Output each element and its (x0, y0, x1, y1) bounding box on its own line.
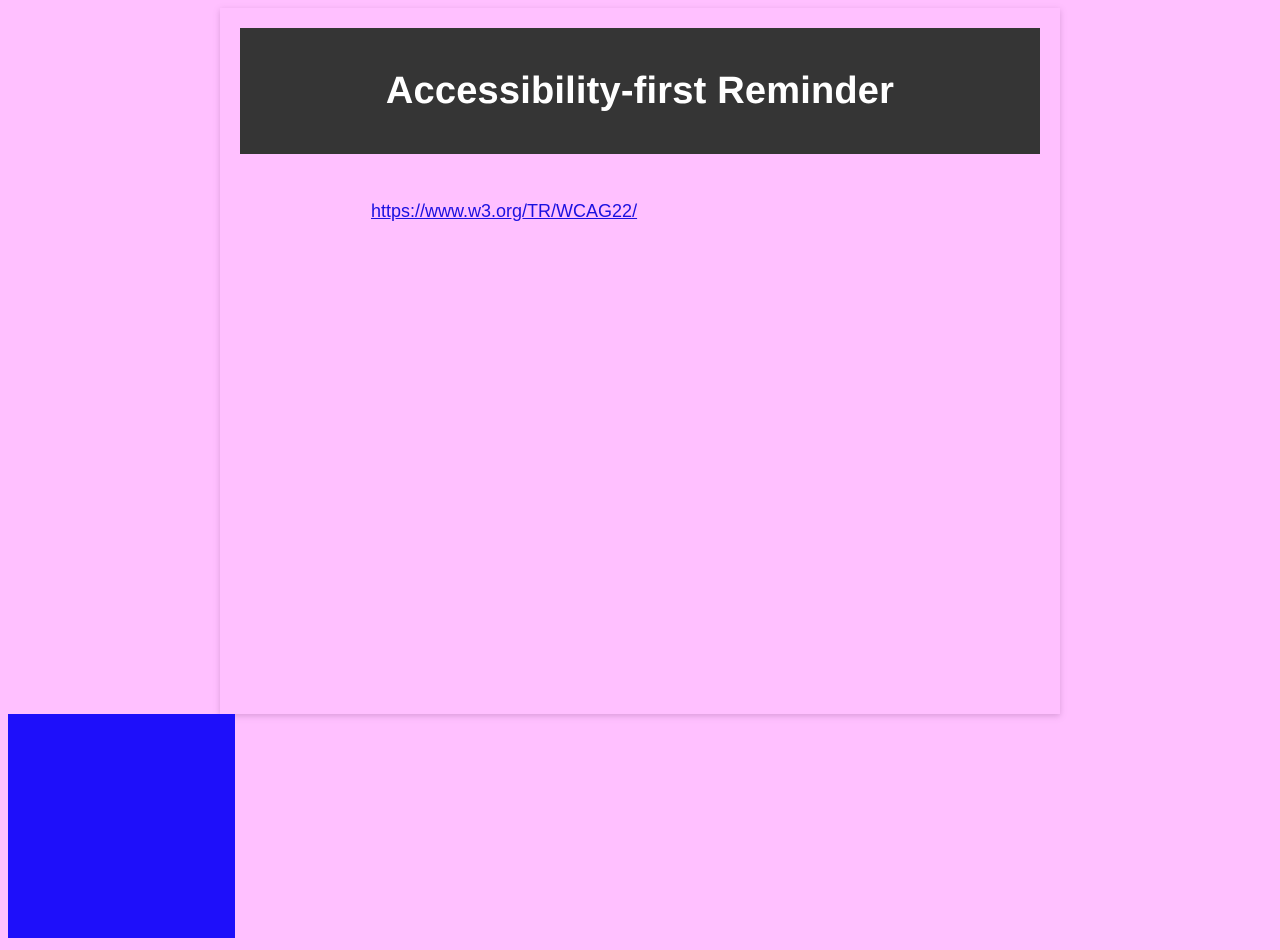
page: Accessibility-first Reminder https://www… (0, 0, 1280, 950)
page-title: Accessibility-first Reminder (385, 69, 895, 112)
reminder-card: Accessibility-first Reminder https://www… (220, 8, 1060, 714)
title-banner: Accessibility-first Reminder (240, 28, 1040, 154)
blue-square-block (8, 714, 235, 938)
wcag-link[interactable]: https://www.w3.org/TR/WCAG22/ (371, 201, 637, 222)
